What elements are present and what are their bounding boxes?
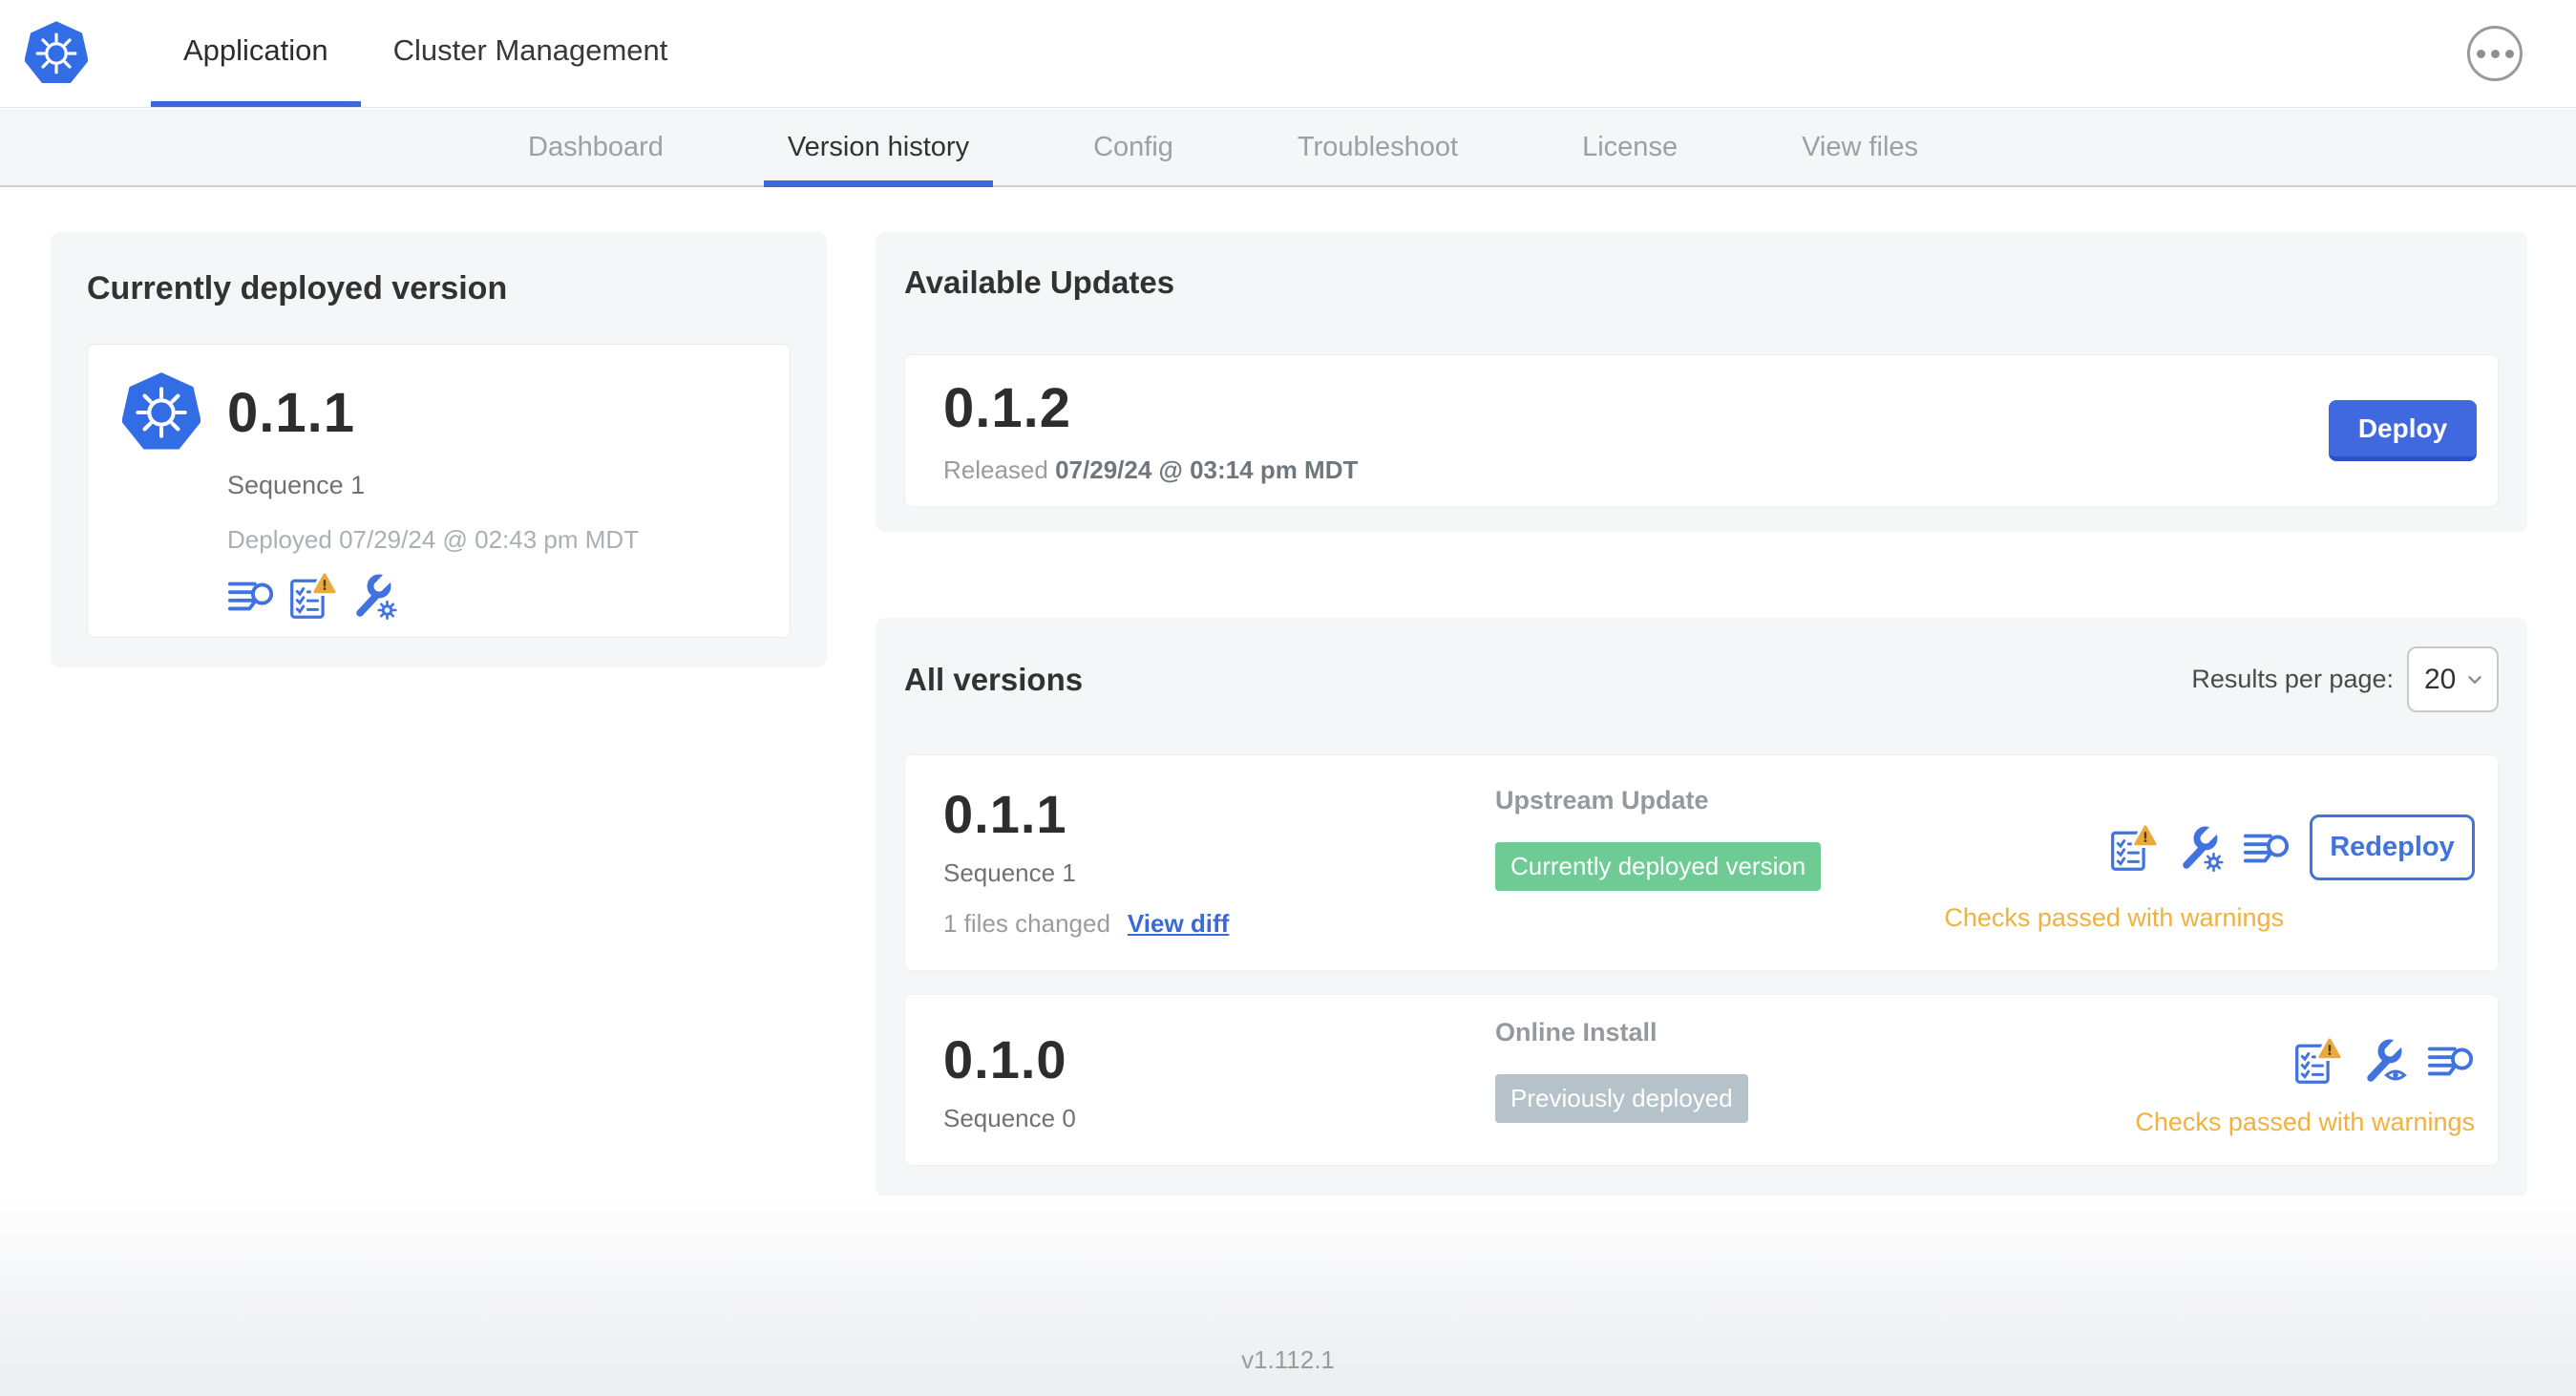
results-per-page-label: Results per page:: [2191, 665, 2394, 693]
current-version-number: 0.1.1: [227, 381, 355, 444]
tab-version-history[interactable]: Version history: [763, 109, 994, 187]
config-wrench-gear-icon[interactable]: [349, 572, 397, 620]
results-per-page-select[interactable]: 20: [2407, 646, 2499, 712]
overflow-menu-button[interactable]: [2467, 26, 2523, 81]
logs-icon[interactable]: [227, 572, 275, 620]
kubernetes-app-icon: [122, 371, 201, 454]
app-header: Application Cluster Management: [0, 0, 2576, 108]
currently-deployed-badge: Currently deployed version: [1495, 842, 1822, 891]
currently-deployed-card: Currently deployed version 0.1.1 Sequenc…: [51, 232, 827, 667]
logs-icon[interactable]: [2243, 824, 2291, 872]
app-subnav: Dashboard Version history Config Trouble…: [0, 109, 2576, 187]
config-wrench-gear-icon[interactable]: [2176, 824, 2224, 872]
released-label: Released: [943, 455, 1048, 484]
tab-application[interactable]: Application: [151, 0, 361, 107]
preflight-checks-warning-icon[interactable]: [2293, 1037, 2341, 1085]
currently-deployed-title: Currently deployed version: [87, 270, 508, 307]
row-source-label: Upstream Update: [1495, 786, 1709, 814]
current-version-actions: [227, 572, 755, 620]
results-per-page: Results per page: 20: [2191, 646, 2499, 712]
current-version-deployed-date: Deployed 07/29/24 @ 02:43 pm MDT: [227, 525, 640, 554]
tab-dashboard[interactable]: Dashboard: [504, 109, 687, 185]
checks-status-text: Checks passed with warnings: [1944, 903, 2284, 932]
logs-icon[interactable]: [2427, 1037, 2475, 1085]
files-changed-label: 1 files changed: [943, 909, 1110, 938]
version-history-page: Application Cluster Management Dashboard…: [0, 0, 2576, 1396]
available-update-row: 0.1.2 Released 07/29/24 @ 03:14 pm MDT D…: [904, 354, 2499, 507]
version-row-0-1-1: 0.1.1 Sequence 1 1 files changed View di…: [904, 754, 2499, 971]
released-date: 07/29/24 @ 03:14 pm MDT: [1055, 455, 1359, 484]
preflight-checks-warning-icon[interactable]: [288, 572, 336, 620]
row-source-label: Online Install: [1495, 1018, 1658, 1047]
results-per-page-value: 20: [2424, 663, 2457, 695]
update-released-date: Released 07/29/24 @ 03:14 pm MDT: [943, 455, 1358, 485]
row-sequence: Sequence 1: [943, 858, 1076, 887]
tab-view-files[interactable]: View files: [1778, 109, 1942, 185]
page-footer: v1.112.1: [0, 1195, 2576, 1396]
currently-deployed-detail: 0.1.1 Sequence 1 Deployed 07/29/24 @ 02:…: [87, 344, 791, 638]
previously-deployed-badge: Previously deployed: [1495, 1074, 1748, 1123]
version-row-0-1-0: 0.1.0 Sequence 0 Online Install Previous…: [904, 994, 2499, 1166]
tab-license[interactable]: License: [1558, 109, 1701, 185]
console-version-label: v1.112.1: [1241, 1345, 1335, 1374]
current-version-sequence: Sequence 1: [227, 471, 366, 499]
all-versions-title: All versions: [904, 661, 1084, 697]
row-sequence: Sequence 0: [943, 1104, 1076, 1132]
header-tabs: Application Cluster Management: [151, 0, 700, 107]
chevron-down-icon: [2464, 669, 2485, 690]
preflight-checks-warning-icon[interactable]: [2109, 824, 2157, 872]
row-version-number: 0.1.1: [943, 784, 1067, 844]
update-version-number: 0.1.2: [943, 377, 1071, 439]
config-wrench-eye-icon[interactable]: [2360, 1037, 2408, 1085]
ellipsis-icon: [2490, 49, 2500, 58]
tab-troubleshoot[interactable]: Troubleshoot: [1274, 109, 1482, 185]
checks-status-text: Checks passed with warnings: [2135, 1108, 2475, 1136]
view-diff-link[interactable]: View diff: [1128, 909, 1229, 939]
kubernetes-logo-icon: [25, 20, 88, 87]
deploy-button[interactable]: Deploy: [2329, 400, 2477, 461]
row-version-number: 0.1.0: [943, 1029, 1067, 1089]
app-logo: [0, 0, 122, 107]
all-versions-card: All versions Results per page: 20 0.1.1 …: [876, 618, 2527, 1196]
available-updates-title: Available Updates: [904, 264, 1175, 300]
tab-cluster-management[interactable]: Cluster Management: [361, 0, 701, 107]
redeploy-button[interactable]: Redeploy: [2310, 814, 2475, 880]
ellipsis-icon: [2476, 49, 2485, 58]
ellipsis-icon: [2504, 49, 2514, 58]
available-updates-card: Available Updates 0.1.2 Released 07/29/2…: [876, 232, 2527, 532]
tab-config[interactable]: Config: [1069, 109, 1197, 185]
